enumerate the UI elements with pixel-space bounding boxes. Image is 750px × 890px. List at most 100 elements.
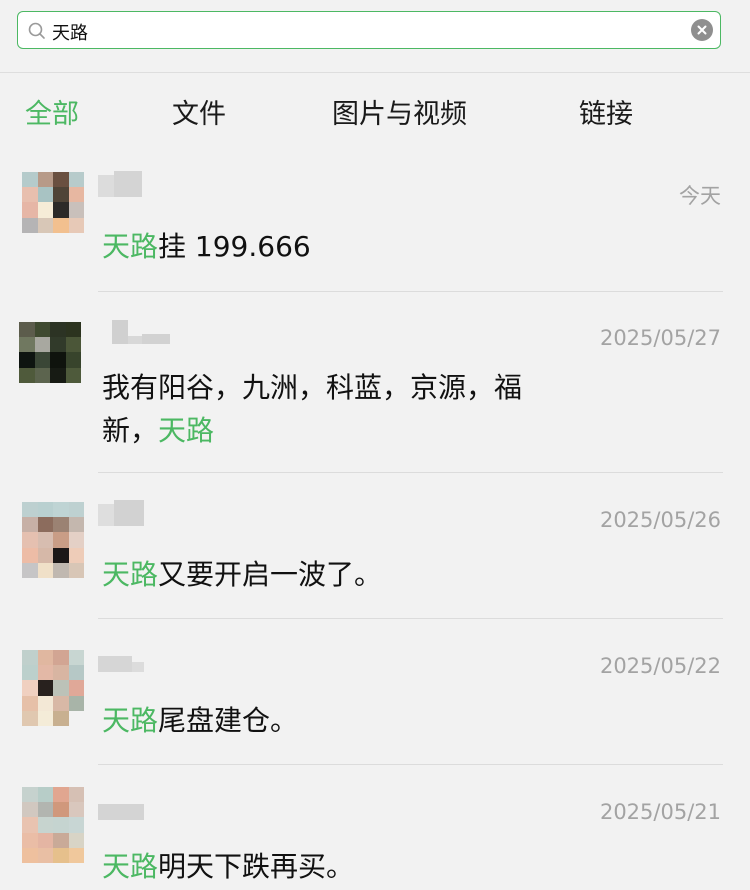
avatar-pixel [68, 710, 84, 726]
avatar-pixel [22, 650, 38, 666]
message-time: 2025/05/21 [599, 800, 721, 824]
message-time: 今天 [679, 184, 721, 208]
tab-links[interactable]: 链接 [579, 92, 633, 131]
avatar-pixel [34, 337, 50, 353]
tab-all[interactable]: 全部 [25, 92, 79, 131]
avatar-pixel [37, 187, 53, 203]
avatar-pixel [19, 337, 35, 353]
avatar-pixel [68, 665, 84, 681]
avatar-pixel [53, 665, 69, 681]
message-text: 明天下跌再买。 [158, 850, 355, 883]
avatar-pixel [37, 202, 53, 218]
avatar-pixel [50, 352, 66, 368]
avatar-pixel [37, 517, 53, 533]
message-time: 2025/05/26 [599, 508, 721, 532]
avatar-pixel [22, 562, 38, 578]
avatar [22, 787, 84, 863]
filter-tabs: 全部 文件 图片与视频 链接 [0, 92, 750, 142]
avatar-pixel [68, 217, 84, 233]
avatar-pixel [22, 787, 38, 803]
message-text: 尾盘建仓。 [158, 704, 299, 737]
avatar-pixel [37, 665, 53, 681]
avatar-pixel [22, 710, 38, 726]
avatar-pixel [37, 172, 53, 188]
message-time: 2025/05/22 [599, 654, 721, 678]
keyword-highlight: 天路 [102, 850, 159, 883]
avatar-pixel [53, 547, 69, 563]
avatar-pixel [37, 547, 53, 563]
search-bar: 天路 [0, 0, 750, 73]
avatar-pixel [68, 787, 84, 803]
avatar-pixel [22, 847, 38, 863]
avatar-pixel [22, 502, 38, 518]
avatar-pixel [53, 817, 69, 833]
avatar-pixel [22, 172, 38, 188]
avatar-pixel [53, 680, 69, 696]
avatar-pixel [37, 650, 53, 666]
sender-name-blurred [98, 171, 142, 197]
avatar-pixel [37, 802, 53, 818]
avatar-pixel [53, 802, 69, 818]
avatar-pixel [68, 680, 84, 696]
avatar-pixel [22, 232, 38, 248]
avatar-pixel [65, 337, 81, 353]
avatar-pixel [37, 817, 53, 833]
keyword-highlight: 天路 [158, 414, 215, 447]
avatar-pixel [53, 650, 69, 666]
avatar-pixel [37, 562, 53, 578]
sender-name-blurred [98, 320, 170, 344]
avatar-pixel [22, 532, 38, 548]
divider [98, 472, 723, 473]
avatar-pixel [53, 710, 69, 726]
avatar-pixel [65, 367, 81, 383]
divider [98, 291, 723, 292]
avatar-pixel [34, 367, 50, 383]
avatar-pixel [68, 517, 84, 533]
avatar-pixel [68, 802, 84, 818]
avatar-pixel [22, 680, 38, 696]
avatar-pixel [68, 202, 84, 218]
avatar-pixel [19, 367, 35, 383]
avatar-pixel [68, 187, 84, 203]
avatar-pixel [50, 322, 66, 338]
avatar-pixel [53, 695, 69, 711]
tab-files[interactable]: 文件 [172, 92, 226, 131]
avatar-pixel [22, 802, 38, 818]
search-input[interactable]: 天路 [17, 11, 721, 49]
avatar-pixel [53, 502, 69, 518]
avatar-pixel [22, 832, 38, 848]
message-snippet: 天路明天下跌再买。 [102, 845, 572, 888]
tab-photos-videos[interactable]: 图片与视频 [332, 92, 467, 131]
avatar-pixel [68, 232, 84, 248]
avatar [19, 322, 81, 398]
avatar-pixel [68, 502, 84, 518]
avatar-pixel [19, 382, 35, 398]
avatar-pixel [19, 322, 35, 338]
close-icon [697, 25, 707, 35]
avatar-pixel [53, 832, 69, 848]
avatar-pixel [37, 217, 53, 233]
clear-search-button[interactable] [691, 19, 713, 41]
avatar-pixel [53, 202, 69, 218]
avatar-pixel [37, 532, 53, 548]
avatar-pixel [22, 547, 38, 563]
avatar-pixel [34, 382, 50, 398]
divider [98, 764, 723, 765]
avatar-pixel [68, 847, 84, 863]
sender-name-blurred [98, 798, 144, 820]
avatar-pixel [37, 710, 53, 726]
avatar-pixel [37, 502, 53, 518]
sender-name-blurred [98, 650, 144, 672]
divider [98, 618, 723, 619]
avatar-pixel [22, 665, 38, 681]
avatar-pixel [53, 532, 69, 548]
avatar-pixel [68, 650, 84, 666]
avatar-pixel [22, 217, 38, 233]
avatar-pixel [22, 695, 38, 711]
avatar-pixel [37, 787, 53, 803]
avatar-pixel [53, 217, 69, 233]
avatar-pixel [68, 817, 84, 833]
avatar-pixel [65, 382, 81, 398]
avatar-pixel [65, 322, 81, 338]
avatar-pixel [37, 232, 53, 248]
